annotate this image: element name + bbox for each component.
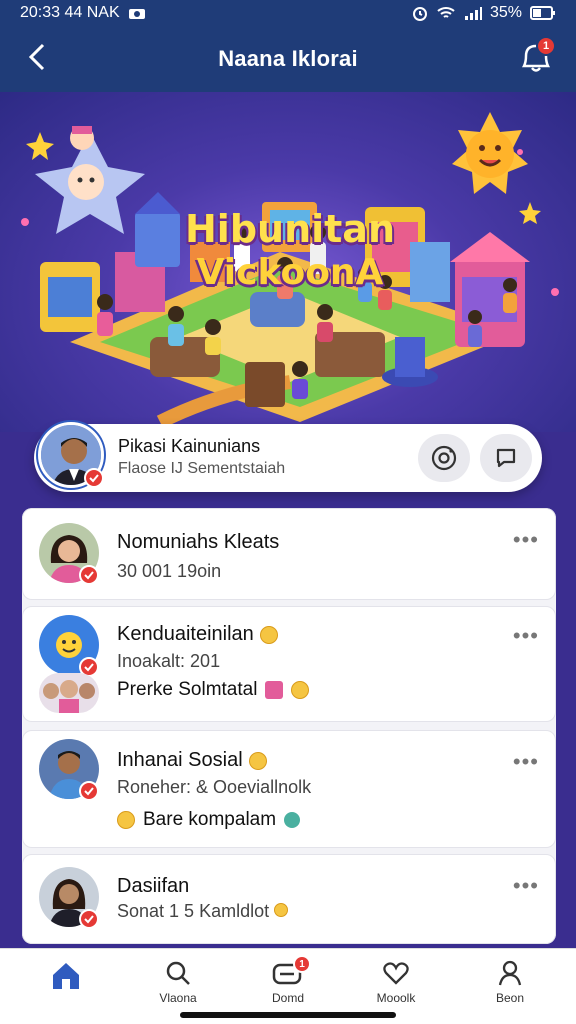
post-title-text: Nomuniahs Kleats bbox=[117, 531, 280, 553]
nav-profile[interactable]: Beon bbox=[470, 959, 550, 1009]
post-extra: Prerke Solmtatal bbox=[117, 679, 310, 701]
messages-badge: 1 bbox=[293, 955, 311, 973]
post-subtitle-text: Sonat 1 5 Kamldlot bbox=[117, 901, 270, 921]
status-time: 20:33 44 NAK bbox=[20, 4, 120, 21]
post-title-text: Dasiifan bbox=[117, 875, 190, 897]
home-icon bbox=[53, 963, 79, 989]
group-avatars bbox=[39, 673, 99, 713]
camera-button[interactable] bbox=[418, 434, 470, 482]
feed-item[interactable]: Kenduaiteinilan Inoakalt: 201 Prerke Sol… bbox=[22, 606, 556, 722]
signal-icon bbox=[464, 6, 482, 20]
chat-bubble-icon bbox=[496, 448, 516, 468]
emoji-icon bbox=[259, 625, 278, 644]
alarm-icon bbox=[412, 5, 428, 21]
battery-icon bbox=[530, 6, 556, 20]
emoji-icon bbox=[117, 811, 135, 829]
hero-title-line2: VickoonA bbox=[196, 251, 384, 293]
post-subtitle: Sonat 1 5 Kamldlot bbox=[117, 901, 289, 922]
post-subtitle: Inoakalt: 201 bbox=[117, 651, 221, 671]
post-title: Nomuniahs Kleats bbox=[117, 531, 279, 554]
nav-label: Beon bbox=[495, 991, 525, 1005]
more-options-button[interactable]: ••• bbox=[513, 527, 539, 553]
nav-search[interactable]: Vlaona bbox=[138, 959, 218, 1009]
battery-text: 35% bbox=[489, 4, 522, 21]
profile-name: Pikasi Kainunians bbox=[118, 436, 261, 456]
notifications-button[interactable]: 1 bbox=[516, 36, 556, 76]
feed-item[interactable]: Inhanai Sosial Roneher: & Ooeviallnolk B… bbox=[22, 730, 556, 848]
chevron-left-icon bbox=[28, 43, 45, 71]
heart-icon bbox=[383, 962, 409, 985]
more-options-button[interactable]: ••• bbox=[513, 623, 539, 649]
status-bar: 20:33 44 NAK 35% bbox=[0, 0, 576, 26]
camera-icon bbox=[431, 445, 457, 471]
hero-title-line1: Hibunitan bbox=[184, 207, 396, 251]
verified-badge bbox=[79, 909, 99, 929]
nav-label: Mooolk bbox=[376, 991, 416, 1005]
gift-icon bbox=[265, 681, 284, 699]
post-title: Kenduaiteinilan bbox=[117, 623, 278, 646]
nav-home[interactable] bbox=[26, 959, 106, 1009]
feed-list: Nomuniahs Kleats 30 001 19oin ••• Kendua… bbox=[22, 508, 556, 944]
verified-badge bbox=[79, 781, 99, 801]
nav-likes[interactable]: Mooolk bbox=[356, 959, 436, 1009]
notification-badge: 1 bbox=[536, 36, 556, 56]
profile-icon bbox=[498, 960, 522, 986]
post-title-text: Inhanai Sosial bbox=[117, 749, 243, 771]
more-options-button[interactable]: ••• bbox=[513, 749, 539, 775]
nav-messages[interactable]: 1 Domd bbox=[248, 955, 328, 1009]
post-title-text: Kenduaiteinilan bbox=[117, 623, 254, 645]
post-extra-text: Bare kompalam bbox=[143, 809, 277, 830]
feed-item[interactable]: Dasiifan Sonat 1 5 Kamldlot ••• bbox=[22, 854, 556, 944]
back-button[interactable] bbox=[20, 40, 54, 74]
post-title: Dasiifan bbox=[117, 875, 189, 898]
verified-badge bbox=[84, 468, 104, 488]
post-subtitle: Roneher: & Ooeviallnolk bbox=[117, 777, 312, 797]
app-header: Naana Iklorai 1 bbox=[0, 26, 576, 92]
emoji-icon bbox=[274, 903, 289, 917]
globe-icon bbox=[284, 812, 301, 828]
post-extra: Bare kompalam bbox=[117, 809, 301, 831]
post-extra-text: Prerke Solmtatal bbox=[117, 679, 258, 700]
camera-status-icon bbox=[128, 6, 146, 20]
search-icon bbox=[166, 961, 190, 985]
post-title: Inhanai Sosial bbox=[117, 749, 267, 772]
post-subtitle: 30 001 19oin bbox=[117, 561, 222, 581]
feed-item[interactable]: Nomuniahs Kleats 30 001 19oin ••• bbox=[22, 508, 556, 600]
wifi-icon bbox=[436, 6, 456, 20]
home-indicator bbox=[180, 1012, 396, 1018]
verified-badge bbox=[79, 565, 99, 585]
hero-banner: Hibunitan VickoonA bbox=[0, 92, 576, 432]
message-button[interactable] bbox=[480, 434, 532, 482]
profile-subtitle: Flaose IJ Sementstaiah bbox=[118, 460, 286, 477]
emoji-icon bbox=[248, 751, 267, 770]
nav-label: Domd bbox=[271, 991, 304, 1005]
profile-card[interactable]: Pikasi Kainunians Flaose IJ Sementstaiah bbox=[34, 422, 542, 492]
hero-title: Hibunitan VickoonA bbox=[170, 207, 410, 293]
emoji-icon bbox=[291, 681, 310, 699]
nav-label: Vlaona bbox=[159, 991, 197, 1005]
page-title: Naana Iklorai bbox=[218, 46, 358, 71]
more-options-button[interactable]: ••• bbox=[513, 873, 539, 899]
